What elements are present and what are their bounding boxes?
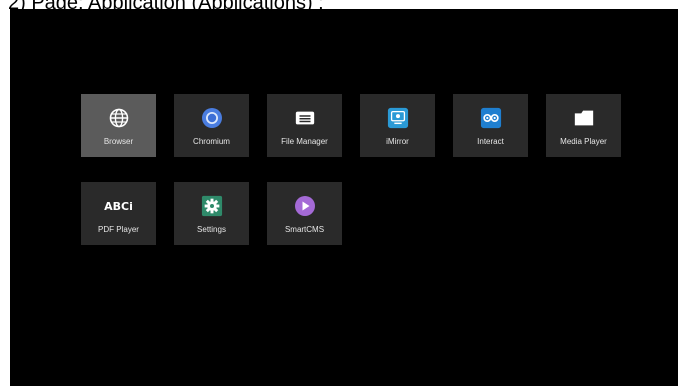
- app-tile-media-player[interactable]: Media Player: [546, 94, 621, 157]
- app-label: Browser: [103, 137, 134, 146]
- app-tile-settings[interactable]: Settings: [174, 182, 249, 245]
- app-label: SmartCMS: [284, 225, 325, 234]
- folder-icon: [573, 107, 595, 129]
- app-label: Chromium: [193, 137, 230, 146]
- app-tile-browser[interactable]: Browser: [81, 94, 156, 157]
- play-icon: [294, 195, 316, 217]
- chromium-icon: [201, 107, 223, 129]
- pdf-abc-icon-text: ABCi: [104, 199, 133, 213]
- app-launcher-screen: Browser Chromium File Manager iMirror In…: [10, 9, 678, 386]
- globe-icon: [108, 107, 130, 129]
- file-manager-icon: [294, 107, 316, 129]
- app-tile-pdf-player[interactable]: ABCi PDF Player: [81, 182, 156, 245]
- gear-icon: [201, 195, 223, 217]
- app-label: Interact: [477, 137, 504, 146]
- app-tile-file-manager[interactable]: File Manager: [267, 94, 342, 157]
- imirror-icon: [387, 107, 409, 129]
- app-label: File Manager: [281, 137, 328, 146]
- pdf-abc-icon: ABCi: [104, 195, 134, 217]
- app-tile-chromium[interactable]: Chromium: [174, 94, 249, 157]
- app-label: Media Player: [560, 137, 607, 146]
- app-label: iMirror: [386, 137, 409, 146]
- app-tile-imirror[interactable]: iMirror: [360, 94, 435, 157]
- app-tile-smartcms[interactable]: SmartCMS: [267, 182, 342, 245]
- app-label: Settings: [197, 225, 226, 234]
- app-label: PDF Player: [98, 225, 139, 234]
- interact-icon: [480, 107, 502, 129]
- app-tile-interact[interactable]: Interact: [453, 94, 528, 157]
